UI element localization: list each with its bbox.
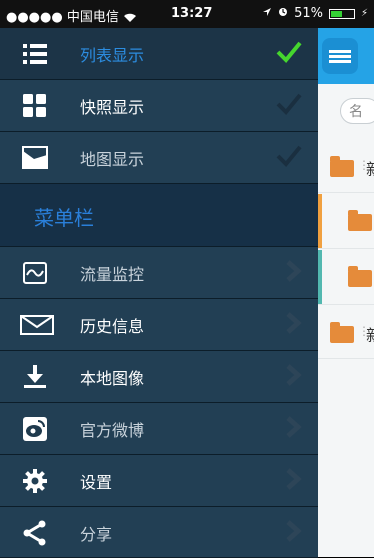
hamburger-button[interactable] bbox=[322, 38, 358, 74]
app-header bbox=[318, 28, 374, 84]
chevron-right-icon bbox=[284, 260, 302, 282]
chevron-right-icon bbox=[284, 416, 302, 438]
battery-percent: 51% bbox=[294, 6, 323, 21]
list-item[interactable] bbox=[318, 250, 374, 305]
battery-icon bbox=[328, 8, 355, 19]
hamburger-icon bbox=[329, 48, 351, 65]
menu-item-share[interactable]: 分享 bbox=[0, 507, 318, 558]
menu-item-map-view[interactable]: 地图显示 bbox=[0, 132, 318, 184]
weibo-icon bbox=[22, 416, 48, 442]
alarm-icon bbox=[278, 6, 288, 21]
folder-icon bbox=[348, 266, 372, 287]
chevron-right-icon bbox=[284, 312, 302, 334]
list-item[interactable]: ⋮ 新 bbox=[318, 308, 374, 359]
menu-item-traffic-monitor[interactable]: 流量监控 bbox=[0, 247, 318, 299]
status-bar: ●●●●● 中国电信 13:27 51% ⚡ bbox=[0, 0, 374, 28]
check-icon bbox=[276, 40, 302, 68]
search-input[interactable]: 名 bbox=[340, 98, 374, 124]
wifi-icon bbox=[123, 10, 137, 25]
grid-icon bbox=[22, 93, 48, 119]
download-icon bbox=[22, 364, 48, 390]
charging-icon: ⚡ bbox=[360, 8, 368, 19]
menu-item-local-images[interactable]: 本地图像 bbox=[0, 351, 318, 403]
menu-item-settings[interactable]: 设置 bbox=[0, 455, 318, 507]
folder-icon bbox=[330, 156, 354, 177]
share-icon bbox=[22, 520, 48, 546]
chevron-right-icon bbox=[284, 520, 302, 542]
check-icon bbox=[276, 144, 302, 172]
menu-section-header: 菜单栏 bbox=[0, 184, 318, 247]
mail-icon bbox=[20, 312, 54, 338]
gear-icon bbox=[22, 468, 48, 494]
carrier-label: ●●●●● 中国电信 bbox=[6, 6, 137, 25]
check-icon bbox=[276, 92, 302, 120]
folder-icon bbox=[330, 322, 354, 343]
list-item[interactable] bbox=[318, 194, 374, 249]
background-app: 名 ⋮ 新 ⋮ 新 bbox=[318, 28, 374, 557]
list-item[interactable]: ⋮ 新 bbox=[318, 142, 374, 193]
list-icon bbox=[22, 41, 48, 67]
folder-icon bbox=[348, 210, 372, 231]
location-icon bbox=[262, 6, 272, 21]
menu-item-history[interactable]: 历史信息 bbox=[0, 299, 318, 351]
map-icon bbox=[22, 145, 48, 171]
chart-icon bbox=[22, 260, 48, 286]
menu-item-official-weibo[interactable]: 官方微博 bbox=[0, 403, 318, 455]
chevron-right-icon bbox=[284, 468, 302, 490]
clock: 13:27 bbox=[171, 6, 213, 21]
menu-item-snapshot-view[interactable]: 快照显示 bbox=[0, 80, 318, 132]
chevron-right-icon bbox=[284, 364, 302, 386]
side-menu: 列表显示 快照显示 地图显示 菜单栏 流量监控 历史信息 本地图像 官方微博 设… bbox=[0, 28, 318, 558]
menu-item-list-view[interactable]: 列表显示 bbox=[0, 28, 318, 80]
